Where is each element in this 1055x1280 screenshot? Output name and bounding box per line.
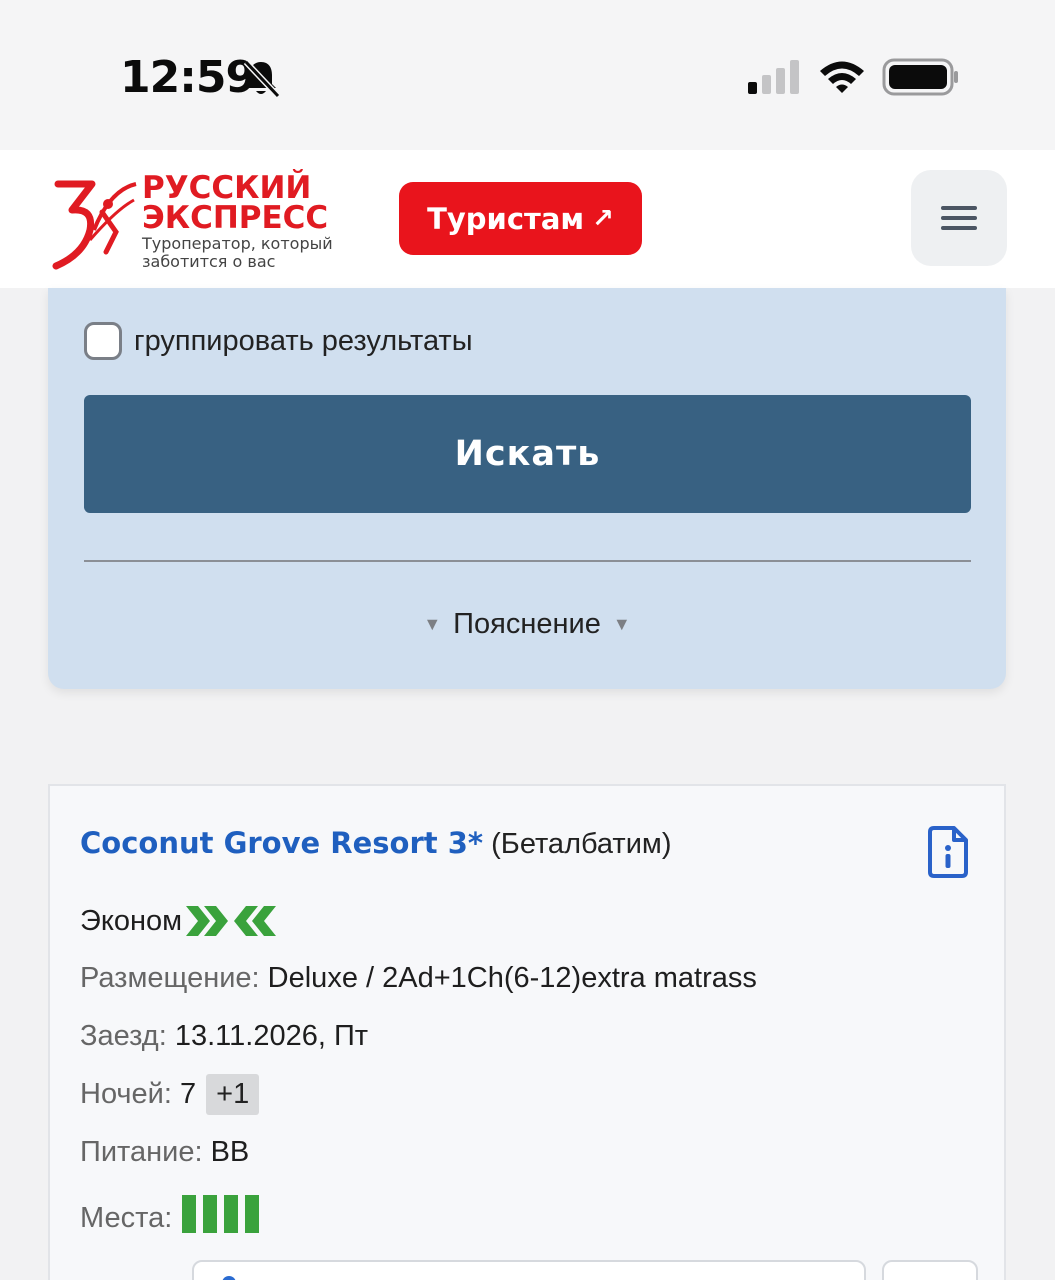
cellular-signal-icon <box>748 60 799 94</box>
meal-value: BB <box>210 1136 250 1168</box>
checkin-label: Заезд: <box>80 1020 167 1052</box>
explanation-label: Пояснение <box>453 608 601 640</box>
room-row: Размещение: Deluxe / 2Ad+1Ch(6-12)extra … <box>80 962 757 995</box>
battery-icon <box>882 58 958 96</box>
search-panel: группировать результаты Искать ▼ Пояснен… <box>48 288 1006 689</box>
result-card: Coconut Grove Resort 3* (Беталбатим) Эко… <box>48 784 1006 1280</box>
status-time: 12:59 <box>120 52 256 103</box>
category-row: Эконом <box>80 904 288 938</box>
bell-slash-icon <box>243 59 280 98</box>
search-button[interactable]: Искать <box>84 395 971 513</box>
explanation-toggle[interactable]: ▼ Пояснение ▼ <box>48 608 1006 641</box>
nights-row: Ночей: 7 +1 <box>80 1074 260 1115</box>
hotel-title: Coconut Grove Resort 3* (Беталбатим) <box>80 826 672 861</box>
indicator-dot <box>222 1276 236 1280</box>
wifi-icon <box>820 61 864 93</box>
green-chevrons-icon <box>186 906 277 936</box>
meal-row: Питание: BB <box>80 1136 249 1169</box>
places-label: Места: <box>80 1202 173 1234</box>
availability-bar <box>224 1194 239 1233</box>
triangle-down-icon: ▼ <box>423 614 442 634</box>
group-results-checkbox[interactable] <box>84 322 122 360</box>
availability-bar <box>182 1194 197 1233</box>
meal-label: Питание: <box>80 1136 203 1168</box>
divider <box>84 560 971 562</box>
hotel-name-link[interactable]: Coconut Grove Resort 3* <box>80 826 483 860</box>
site-header: РУССКИЙ ЭКСПРЕСС Туроператор, который за… <box>0 150 1055 288</box>
logo-tagline-line2: заботится о вас <box>142 252 276 271</box>
room-value: Deluxe / 2Ad+1Ch(6-12)extra matrass <box>267 962 757 994</box>
price-box[interactable] <box>192 1260 866 1280</box>
tourists-button-label: Туристам <box>427 201 585 236</box>
hotel-location: (Беталбатим) <box>491 828 672 860</box>
hamburger-menu-icon <box>941 206 977 230</box>
menu-button[interactable] <box>911 170 1007 266</box>
document-info-icon[interactable] <box>926 826 970 878</box>
logo-tagline-line1: Туроператор, который <box>142 234 333 253</box>
nights-value: 7 <box>180 1078 197 1110</box>
extra-night-badge[interactable]: +1 <box>206 1074 260 1115</box>
group-results-option[interactable]: группировать результаты <box>84 322 473 360</box>
external-arrow-icon: ↗ <box>592 203 614 234</box>
nights-label: Ночей: <box>80 1078 172 1110</box>
status-bar: 12:59 <box>0 0 1055 150</box>
group-results-label: группировать результаты <box>134 324 473 357</box>
checkin-row: Заезд: 13.11.2026, Пт <box>80 1020 368 1053</box>
places-row: Места: <box>80 1194 260 1235</box>
availability-bar <box>245 1194 260 1233</box>
company-logo[interactable]: РУССКИЙ ЭКСПРЕСС Туроператор, который за… <box>50 168 380 274</box>
logo-text-line2: ЭКСПРЕСС <box>142 200 329 236</box>
tourists-button[interactable]: Туристам ↗ <box>399 182 642 255</box>
logo-mark-icon <box>52 180 137 270</box>
category-value: Эконом <box>80 904 183 937</box>
action-box[interactable] <box>882 1260 978 1280</box>
room-label: Размещение: <box>80 962 260 994</box>
availability-bars <box>182 1194 260 1233</box>
triangle-down-icon: ▼ <box>612 614 631 634</box>
availability-bar <box>203 1194 218 1233</box>
checkin-value: 13.11.2026, Пт <box>174 1020 369 1052</box>
